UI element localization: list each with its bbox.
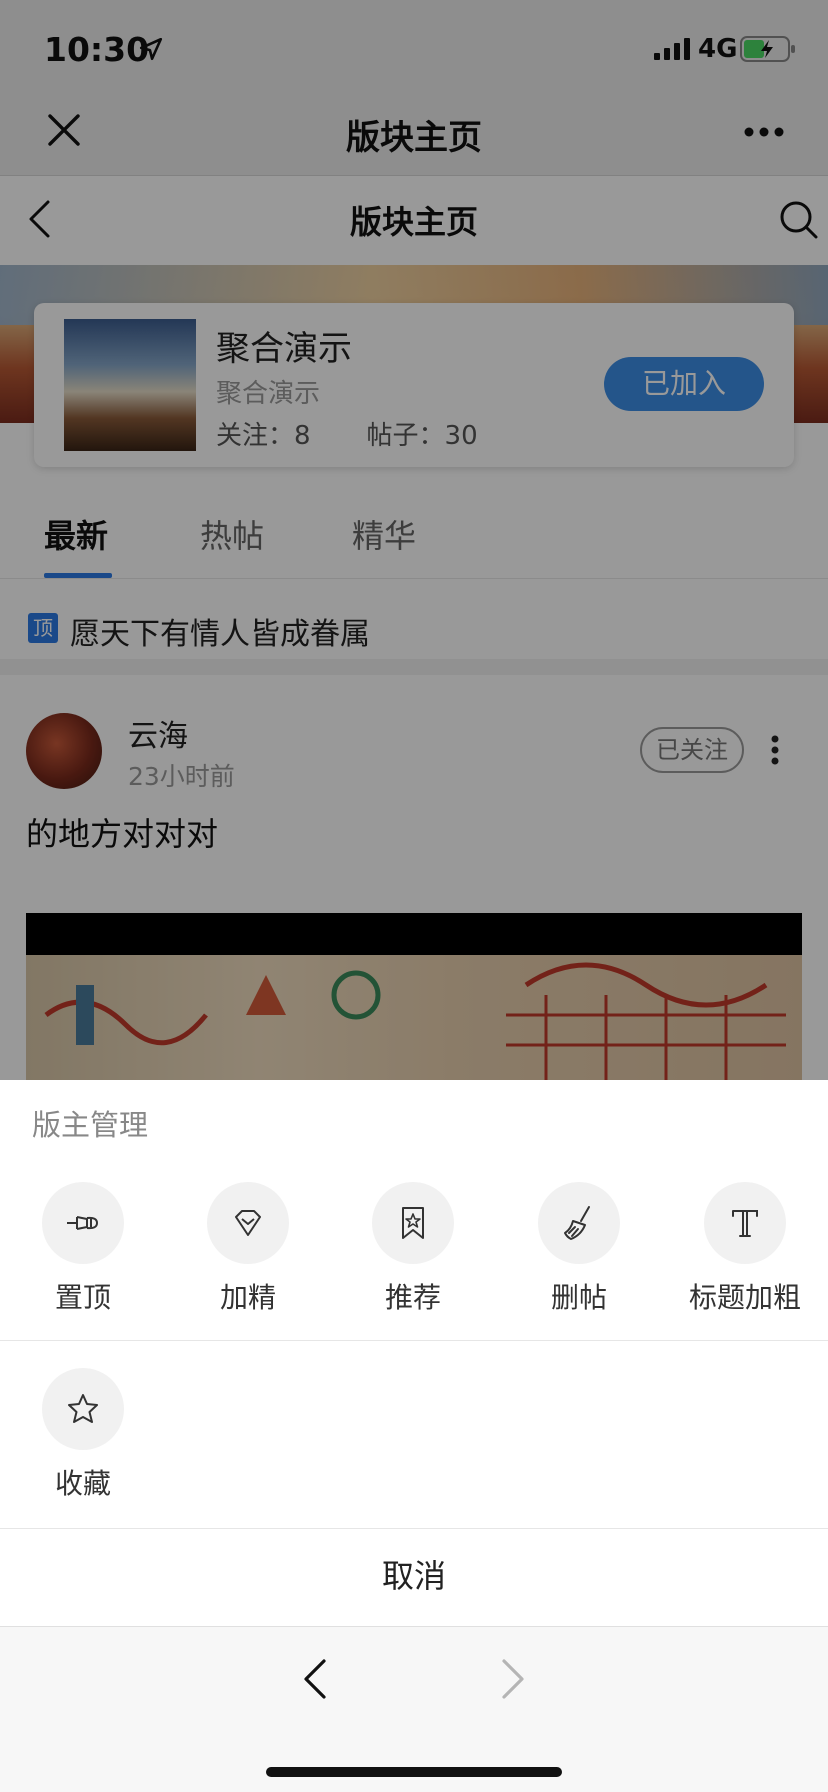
action-recommend[interactable]: 推荐 [330,1182,496,1316]
diamond-icon [207,1182,289,1264]
action-delete-post[interactable]: 删帖 [496,1182,662,1316]
action-pin[interactable]: 置顶 [0,1182,166,1316]
browser-toolbar [0,1626,828,1792]
bookmark-star-icon [372,1182,454,1264]
pin-icon [42,1182,124,1264]
action-bold-title[interactable]: 标题加粗 [662,1182,828,1316]
star-icon [42,1368,124,1450]
action-bold-title-label: 标题加粗 [688,1281,801,1314]
moderator-action-sheet: 版主管理 置顶 加精 推荐 删帖 标题加粗 收藏 取消 [0,1080,828,1626]
action-delete-post-label: 删帖 [550,1281,607,1314]
sheet-title: 版主管理 [32,1108,149,1142]
action-pin-label: 置顶 [54,1281,111,1314]
action-feature[interactable]: 加精 [165,1182,331,1316]
home-indicator[interactable] [266,1767,562,1777]
action-favorite-label: 收藏 [54,1467,111,1500]
broom-icon [538,1182,620,1264]
action-feature-label: 加精 [219,1281,276,1314]
browser-forward-icon[interactable] [498,1657,528,1701]
action-favorite[interactable]: 收藏 [0,1368,166,1502]
browser-back-icon[interactable] [300,1657,330,1701]
cancel-button[interactable]: 取消 [0,1528,828,1626]
sheet-divider [0,1340,828,1341]
bold-t-icon [704,1182,786,1264]
modal-overlay[interactable] [0,0,828,1080]
action-recommend-label: 推荐 [384,1281,441,1314]
